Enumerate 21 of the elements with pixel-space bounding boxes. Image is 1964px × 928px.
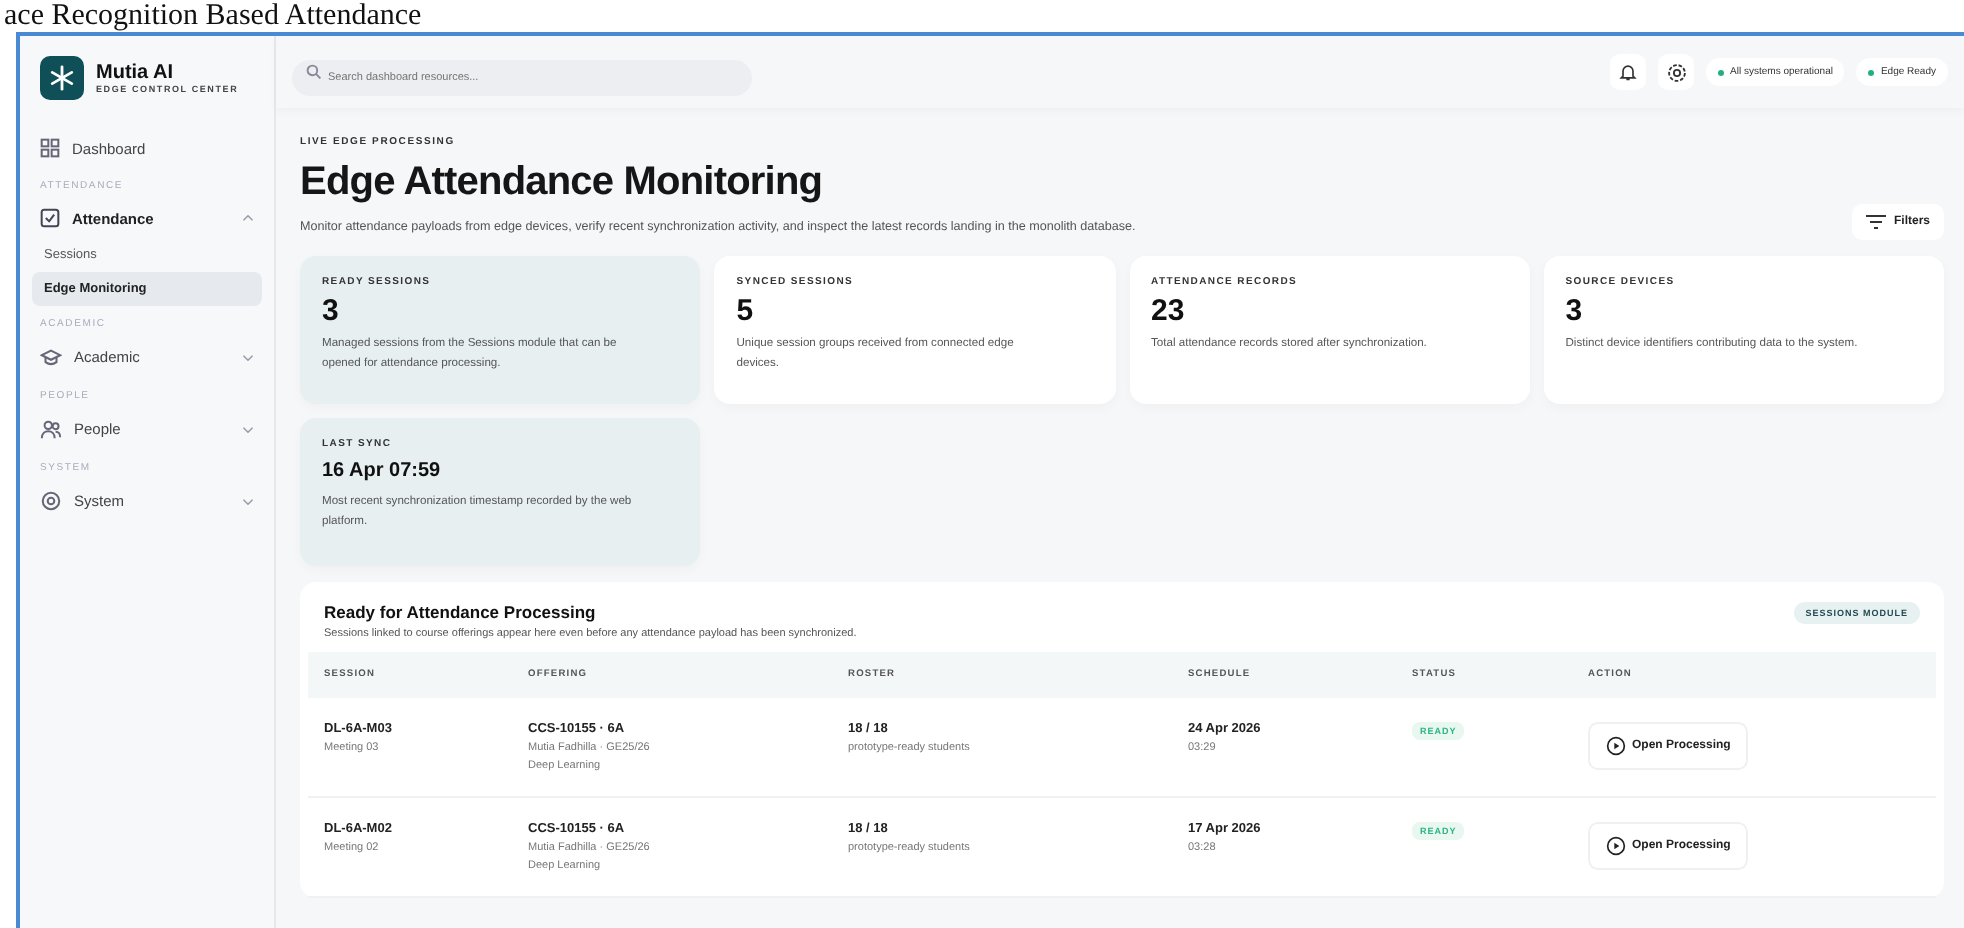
- stat-value: 3: [1565, 294, 1585, 328]
- stat-value: 5: [736, 294, 756, 328]
- asterisk-logo-icon: [40, 56, 84, 100]
- grid-icon: [40, 138, 60, 158]
- checklist-icon: [40, 208, 60, 228]
- table-title: Ready for Attendance Processing: [324, 602, 598, 622]
- graduation-cap-icon: [40, 346, 62, 368]
- document-heading: ace Recognition Based Attendance: [2, 0, 424, 32]
- settings-icon: [40, 490, 62, 512]
- stat-value: 3: [322, 294, 341, 328]
- play-circle-icon: [1606, 736, 1626, 756]
- filter-icon: [1865, 214, 1886, 230]
- settings-icon[interactable]: [1658, 54, 1695, 90]
- stat-value: 16 Apr 07:59: [322, 458, 443, 486]
- search-icon: [306, 64, 322, 80]
- brand-name: Mutia AI: [96, 62, 176, 84]
- page-title: Edge Attendance Monitoring: [300, 160, 825, 206]
- notification-bell-icon[interactable]: [1610, 54, 1647, 90]
- stat-value: 23: [1151, 294, 1187, 328]
- play-circle-icon: [1606, 836, 1626, 856]
- people-icon: [40, 418, 62, 440]
